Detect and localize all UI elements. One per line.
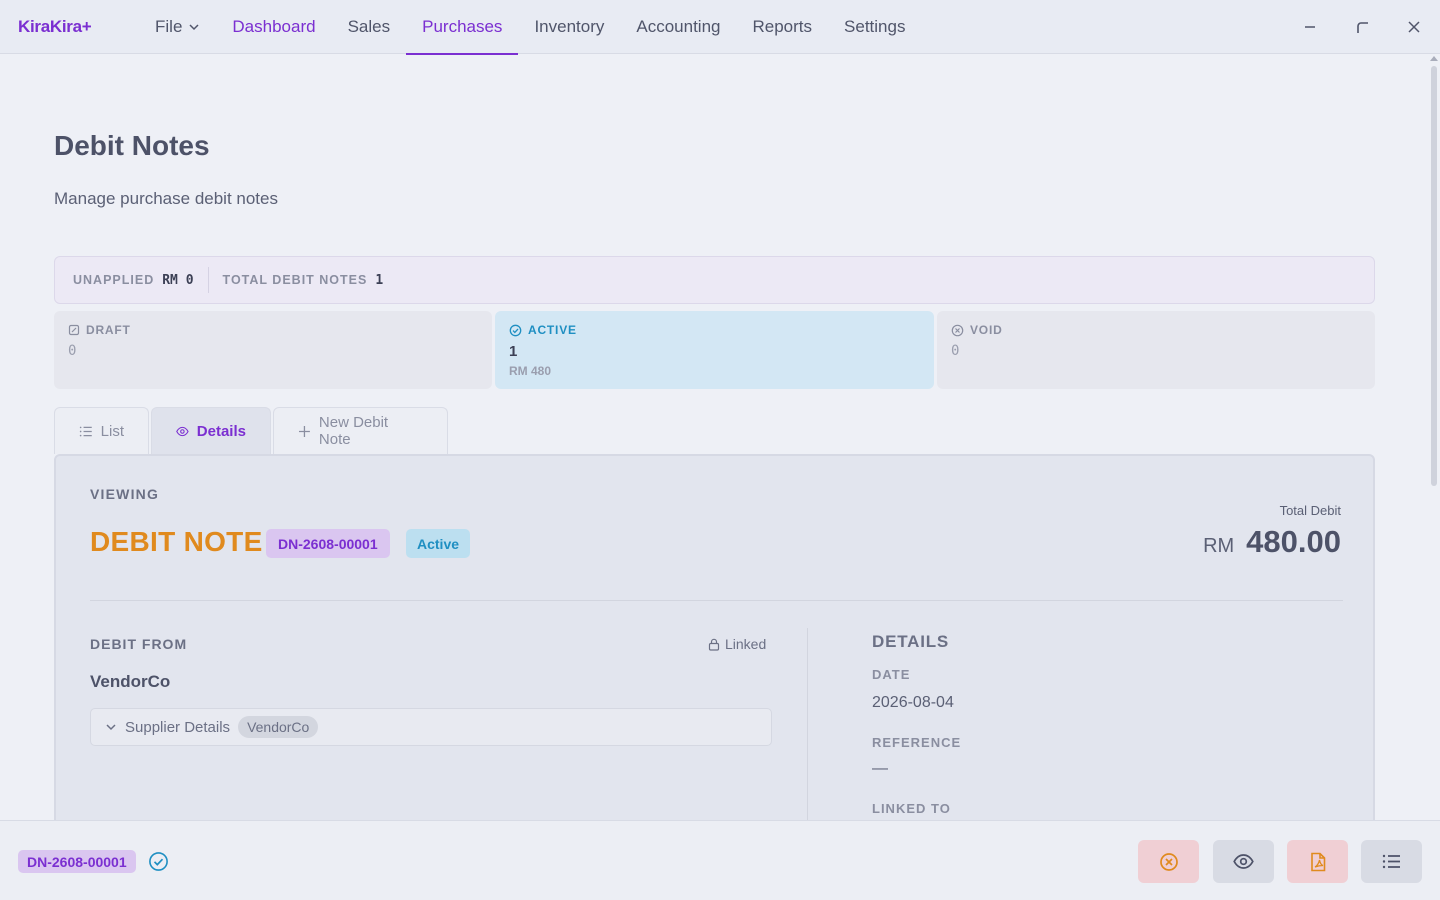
nav-purchases[interactable]: Purchases <box>406 0 519 55</box>
summary-total-label: TOTAL DEBIT NOTES <box>222 273 368 287</box>
debit-from-label: DEBIT FROM <box>90 636 188 652</box>
details-section-title: DETAILS <box>872 632 950 651</box>
bottom-action-bar: DN-2608-00001 <box>0 820 1440 900</box>
lock-icon <box>708 638 720 651</box>
pdf-file-icon <box>1310 852 1325 871</box>
date-label: DATE <box>872 667 911 682</box>
tab-new-label: New Debit Note <box>318 414 389 448</box>
date-value: 2026-08-04 <box>872 694 954 711</box>
scroll-up-arrow-icon[interactable] <box>1430 56 1438 61</box>
status-card-active-amount: RM 480 <box>509 364 552 378</box>
tab-details-label: Details <box>196 422 246 440</box>
x-circle-icon <box>951 324 964 336</box>
linked-indicator: Linked <box>708 636 766 652</box>
nav-file-label: File <box>155 17 183 36</box>
status-card-active-count: 1 <box>509 343 518 360</box>
page-title: Debit Notes <box>54 130 210 161</box>
preview-button[interactable] <box>1213 840 1274 883</box>
draft-icon <box>68 324 80 336</box>
supplier-details-toggle[interactable]: Supplier Details VendorCo <box>90 708 772 746</box>
status-card-draft[interactable]: DRAFT 0 <box>54 311 492 389</box>
nav-dashboard[interactable]: Dashboard <box>216 0 331 54</box>
nav-settings[interactable]: Settings <box>828 0 921 54</box>
panel-divider <box>90 600 1343 601</box>
chevron-down-icon <box>106 724 116 731</box>
supplier-chip: VendorCo <box>238 716 319 738</box>
export-pdf-button[interactable] <box>1287 840 1348 883</box>
total-debit-currency: RM <box>1203 535 1235 557</box>
minimize-icon <box>1305 26 1315 28</box>
total-debit-amount: RM 480.00 <box>1203 524 1341 560</box>
tab-new-debit-note[interactable]: New Debit Note <box>273 407 448 454</box>
eye-icon <box>1233 854 1254 869</box>
reference-label: REFERENCE <box>872 735 962 750</box>
window-controls <box>1284 0 1440 54</box>
summary-bar: UNAPPLIED RM 0 TOTAL DEBIT NOTES 1 <box>54 256 1375 304</box>
nav-sales[interactable]: Sales <box>332 0 407 54</box>
nav-inventory[interactable]: Inventory <box>518 0 620 54</box>
maximize-button[interactable] <box>1336 0 1388 54</box>
status-card-void-count: 0 <box>951 343 960 359</box>
document-type-title: DEBIT NOTE <box>90 526 263 557</box>
app-logo: KiraKira+ <box>18 17 92 36</box>
top-bar: KiraKira+ File Dashboard Sales Purchases… <box>0 0 1440 55</box>
reference-value: — <box>872 760 888 777</box>
close-window-button[interactable] <box>1388 0 1440 54</box>
total-debit-label: Total Debit <box>1279 503 1341 518</box>
summary-total-value: 1 <box>375 272 384 288</box>
chevron-down-icon <box>189 24 199 31</box>
check-circle-icon <box>149 852 168 871</box>
restore-icon <box>1357 22 1368 33</box>
nav-accounting[interactable]: Accounting <box>620 0 736 54</box>
page-subtitle: Manage purchase debit notes <box>54 189 278 208</box>
nav-reports[interactable]: Reports <box>737 0 829 54</box>
tab-list[interactable]: List <box>54 407 149 454</box>
total-debit-value: 480.00 <box>1246 524 1341 559</box>
main-nav: File Dashboard Sales Purchases Inventory… <box>139 0 921 55</box>
list-icon <box>1382 854 1400 869</box>
summary-divider <box>207 267 209 293</box>
back-to-list-button[interactable] <box>1361 840 1422 883</box>
vendor-name: VendorCo <box>90 672 171 691</box>
x-circle-icon <box>1159 852 1178 871</box>
list-icon <box>79 426 92 436</box>
status-card-void-label: VOID <box>970 323 1003 337</box>
linked-label: Linked <box>725 636 767 652</box>
minimize-button[interactable] <box>1284 0 1336 54</box>
nav-file-menu[interactable]: File <box>139 0 216 54</box>
supplier-details-label: Supplier Details <box>125 718 231 736</box>
status-card-active[interactable]: ACTIVE 1 RM 480 <box>495 311 934 389</box>
tab-list-label: List <box>100 422 124 440</box>
plus-icon <box>298 425 310 437</box>
summary-unapplied-value: RM 0 <box>162 272 194 288</box>
status-card-void[interactable]: VOID 0 <box>937 311 1375 389</box>
scrollbar-thumb[interactable] <box>1431 66 1437 486</box>
tab-details[interactable]: Details <box>151 407 271 454</box>
debit-note-detail-panel: VIEWING DEBIT NOTE DN-2608-00001 Active … <box>54 454 1375 840</box>
status-card-draft-count: 0 <box>68 343 77 359</box>
scrollbar[interactable] <box>1428 54 1440 820</box>
status-badge: Active <box>406 529 471 558</box>
linked-to-label: LINKED TO <box>872 801 951 816</box>
document-number-badge: DN-2608-00001 <box>266 529 390 558</box>
summary-unapplied-label: UNAPPLIED <box>73 273 155 287</box>
viewing-label: VIEWING <box>90 486 160 502</box>
summary-total: TOTAL DEBIT NOTES 1 <box>223 273 384 288</box>
status-card-active-label: ACTIVE <box>528 323 577 337</box>
column-divider <box>807 628 808 838</box>
bottom-document-number-badge: DN-2608-00001 <box>18 850 136 873</box>
status-card-draft-label: DRAFT <box>86 323 131 337</box>
check-circle-icon <box>509 324 522 336</box>
eye-icon <box>176 426 189 436</box>
close-icon <box>1408 21 1420 33</box>
summary-unapplied: UNAPPLIED RM 0 <box>73 273 194 288</box>
void-button[interactable] <box>1138 840 1199 883</box>
